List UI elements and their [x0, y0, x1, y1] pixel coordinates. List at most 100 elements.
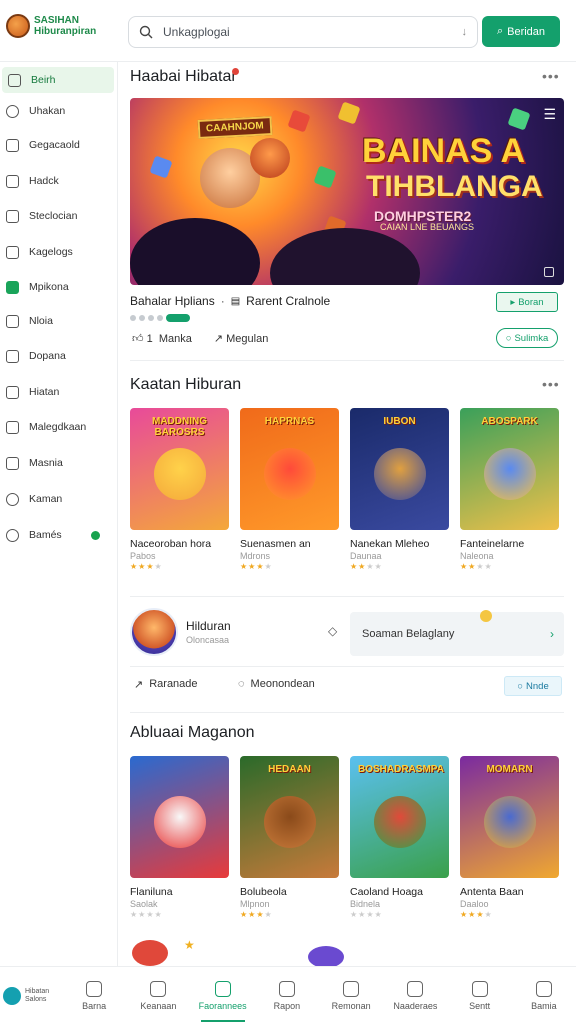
store-icon: [6, 456, 19, 470]
aplikasi-card-row: Flaniluna Saolak ★★★★ HEDAAN Bolubeola Mlpnon…: [130, 756, 559, 919]
notification-dot: [232, 68, 239, 75]
app-header: SASIHAN Hiburanpiran Unkagplogai ↓ ⌕ Ber…: [0, 0, 576, 62]
share-label: Megulan: [226, 333, 269, 345]
follow-button[interactable]: ○ Sulimka: [496, 328, 558, 348]
peek-card-image: [308, 946, 344, 966]
game-card-image[interactable]: [130, 756, 229, 878]
sidebar-item[interactable]: Nloia: [0, 308, 112, 334]
game-card[interactable]: Flaniluna Saolak ★★★★: [130, 756, 229, 919]
game-card[interactable]: MOMARN Antenta Baan Daaloo ★★★★: [460, 756, 559, 919]
sidebar-item-label: Mpikona: [29, 281, 69, 293]
nav-item[interactable]: Rapon: [255, 967, 319, 1024]
nav-item[interactable]: Keanaan: [126, 967, 190, 1024]
game-card-name: Nanekan Mleheo: [350, 538, 430, 550]
carousel-dot[interactable]: [157, 315, 163, 321]
more-options-icon[interactable]: •••: [542, 68, 560, 84]
share-button[interactable]: ↗ Megulan: [214, 332, 268, 345]
carousel-dot[interactable]: [139, 315, 145, 321]
sidebar-item[interactable]: Kagelogs: [0, 239, 112, 265]
star-icon: ★: [374, 562, 383, 571]
profile-name: Hilduran: [186, 619, 231, 633]
language-selector[interactable]: Soaman Belaglany ›: [350, 612, 564, 656]
more-options-icon[interactable]: •••: [542, 376, 560, 392]
sidebar-item[interactable]: Mpikona: [0, 274, 112, 300]
game-card-tag: HAPRNAS: [264, 416, 315, 427]
sidebar-item[interactable]: Malegdkaan: [0, 414, 112, 440]
game-card-image[interactable]: MOMARN: [460, 756, 559, 878]
nav-home-logo[interactable]: Hibatan Salons: [0, 967, 62, 1024]
carousel-dot[interactable]: [148, 315, 154, 321]
nav-item[interactable]: Bamia: [512, 967, 576, 1024]
nav-item[interactable]: Faorannees: [191, 967, 255, 1024]
nav-item[interactable]: Remonan: [319, 967, 383, 1024]
nav-item[interactable]: Barna: [62, 967, 126, 1024]
nav-item[interactable]: Sentt: [448, 967, 512, 1024]
sidebar-item[interactable]: Hadck: [0, 168, 112, 194]
game-card-sub: Mdrons: [240, 551, 271, 561]
play-icon: [214, 980, 231, 997]
calendar-icon: ▤: [230, 295, 241, 307]
carousel-dot[interactable]: [130, 315, 136, 321]
search-button-label: Beridan: [507, 25, 546, 38]
profile-block[interactable]: Hilduran Oloncasaa: [130, 608, 231, 656]
star-icon: ★: [374, 910, 383, 919]
sidebar-item[interactable]: Beirh: [2, 67, 114, 93]
like-button[interactable]: 👍︎ 1 Manka: [132, 332, 192, 345]
game-card[interactable]: BOSHADRASMPA Caoland Hoaga Bidnela ★★★★: [350, 756, 449, 919]
sidebar-item[interactable]: Dopana: [0, 343, 112, 369]
nav-item[interactable]: Naaderaes: [383, 967, 447, 1024]
search-button[interactable]: ⌕ Beridan: [482, 16, 560, 47]
avatar[interactable]: [130, 608, 178, 656]
rating-stars: ★★★★: [350, 562, 449, 571]
game-card[interactable]: MADDNING BAROSRS Naceoroban hora Pabos ★★★★: [130, 408, 229, 571]
star-icon: ★: [146, 910, 155, 919]
game-card-image[interactable]: IUBON: [350, 408, 449, 530]
game-card-image[interactable]: HEDAAN: [240, 756, 339, 878]
sidebar-item[interactable]: Hiatan: [0, 379, 112, 405]
star-icon: ★: [130, 562, 139, 571]
sidebar-item[interactable]: Steclocian: [0, 203, 112, 229]
play-button[interactable]: ▸ Boran: [496, 292, 558, 312]
game-card-image[interactable]: BOSHADRASMPA: [350, 756, 449, 878]
sidebar-item[interactable]: Bamés: [0, 522, 112, 548]
star-icon: ★: [130, 910, 139, 919]
banner-crowd: [270, 228, 420, 285]
search-input[interactable]: Unkagplogai ↓: [128, 16, 478, 48]
game-card[interactable]: IUBON Nanekan Mleheo Daunaa ★★★★: [350, 408, 449, 571]
comment-button[interactable]: ◌ Meonondean: [238, 678, 315, 690]
featured-banner[interactable]: CAAHNJOM BAINAS A TIHBLANGA DOMHPSTER2 C…: [130, 98, 564, 285]
location-icon[interactable]: ◇: [328, 624, 337, 638]
follow-label: Sulimka: [514, 332, 549, 344]
app-logo[interactable]: SASIHAN Hiburanpiran: [6, 14, 108, 38]
mic-icon[interactable]: ↓: [462, 26, 468, 38]
carousel-indicator[interactable]: [130, 314, 190, 322]
game-card[interactable]: ABOSPARK Fanteinelarne Naleona ★★★★: [460, 408, 559, 571]
sidebar-item[interactable]: Masnia: [0, 450, 112, 476]
like-count: 1: [146, 333, 153, 345]
game-card-image[interactable]: HAPRNAS: [240, 408, 339, 530]
status-chip[interactable]: ○ Nnde: [504, 676, 562, 696]
game-card[interactable]: HAPRNAS Suenasmen an Mdrons ★★★★: [240, 408, 339, 571]
game-card-sub: Saolak: [130, 899, 158, 909]
nav-item-label: Faorannees: [198, 1000, 247, 1011]
carousel-dot-active[interactable]: [166, 314, 190, 322]
game-card-image[interactable]: MADDNING BAROSRS: [130, 408, 229, 530]
rate-button[interactable]: ↗ Raranade: [134, 678, 198, 691]
rating-stars: ★★★★: [350, 910, 449, 919]
sidebar-item-label: Dopana: [29, 350, 66, 362]
game-character: [154, 448, 206, 500]
rating-stars: ★★★★: [130, 910, 229, 919]
expand-icon[interactable]: [544, 267, 554, 277]
nav-item-label: Barna: [82, 1000, 107, 1011]
sidebar-item[interactable]: Uhakan: [0, 98, 112, 124]
app-logo-icon: [3, 986, 21, 1005]
sidebar-item[interactable]: Gegacaold: [0, 132, 112, 158]
game-card[interactable]: HEDAAN Bolubeola Mlpnon ★★★★: [240, 756, 339, 919]
sidebar-item-label: Kaman: [29, 493, 63, 505]
game-card-image[interactable]: ABOSPARK: [460, 408, 559, 530]
menu-icon[interactable]: ☰: [543, 106, 556, 123]
like-icon: 👍︎: [132, 333, 144, 345]
clock-icon: [471, 980, 488, 997]
peek-card-image: [132, 940, 168, 966]
sidebar-item[interactable]: Kaman: [0, 486, 112, 512]
